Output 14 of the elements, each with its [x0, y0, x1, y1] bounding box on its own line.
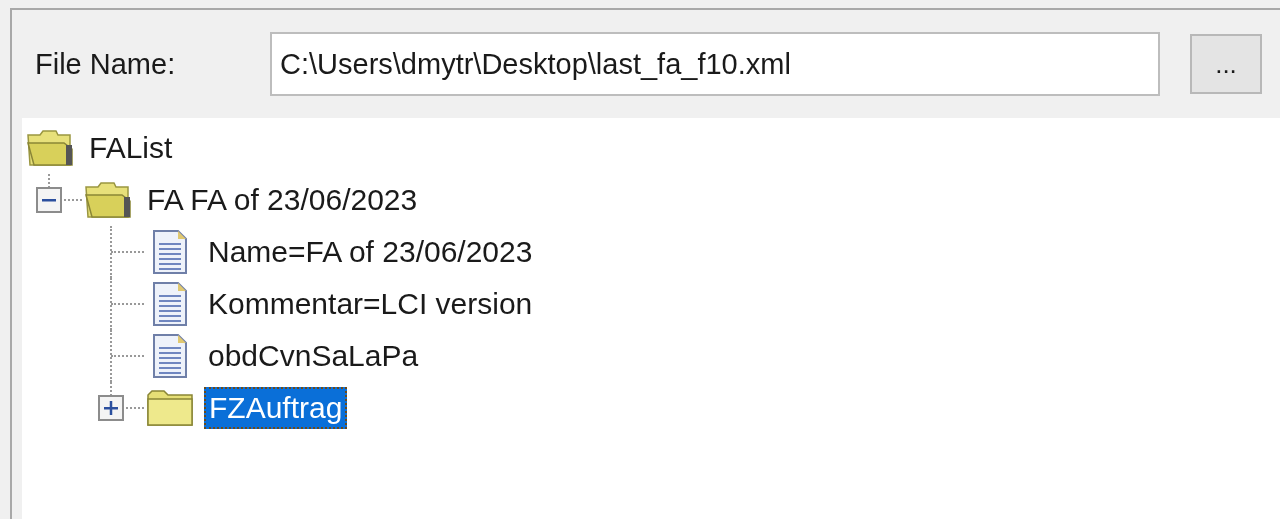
browse-button[interactable]: ...: [1190, 34, 1262, 94]
document-icon: [152, 229, 188, 275]
field-label: File Name:: [35, 47, 177, 81]
document-icon: [152, 333, 188, 379]
tree-item[interactable]: Kommentar=LCI version: [203, 283, 538, 325]
tree-item[interactable]: Name=FA of 23/06/2023: [203, 231, 538, 273]
expand-icon[interactable]: [98, 395, 124, 421]
file-name-field[interactable]: C:\Users\dmytr\Desktop\last_fa_f10.xml: [270, 32, 1160, 96]
tree-item[interactable]: FAList: [84, 127, 178, 169]
tree-item[interactable]: FZAuftrag: [204, 387, 348, 429]
tree-item[interactable]: FA FA of 23/06/2023: [142, 179, 423, 221]
tree-item[interactable]: obdCvnSaLaPa: [203, 335, 424, 377]
document-icon: [152, 281, 188, 327]
collapse-icon[interactable]: [36, 187, 62, 213]
